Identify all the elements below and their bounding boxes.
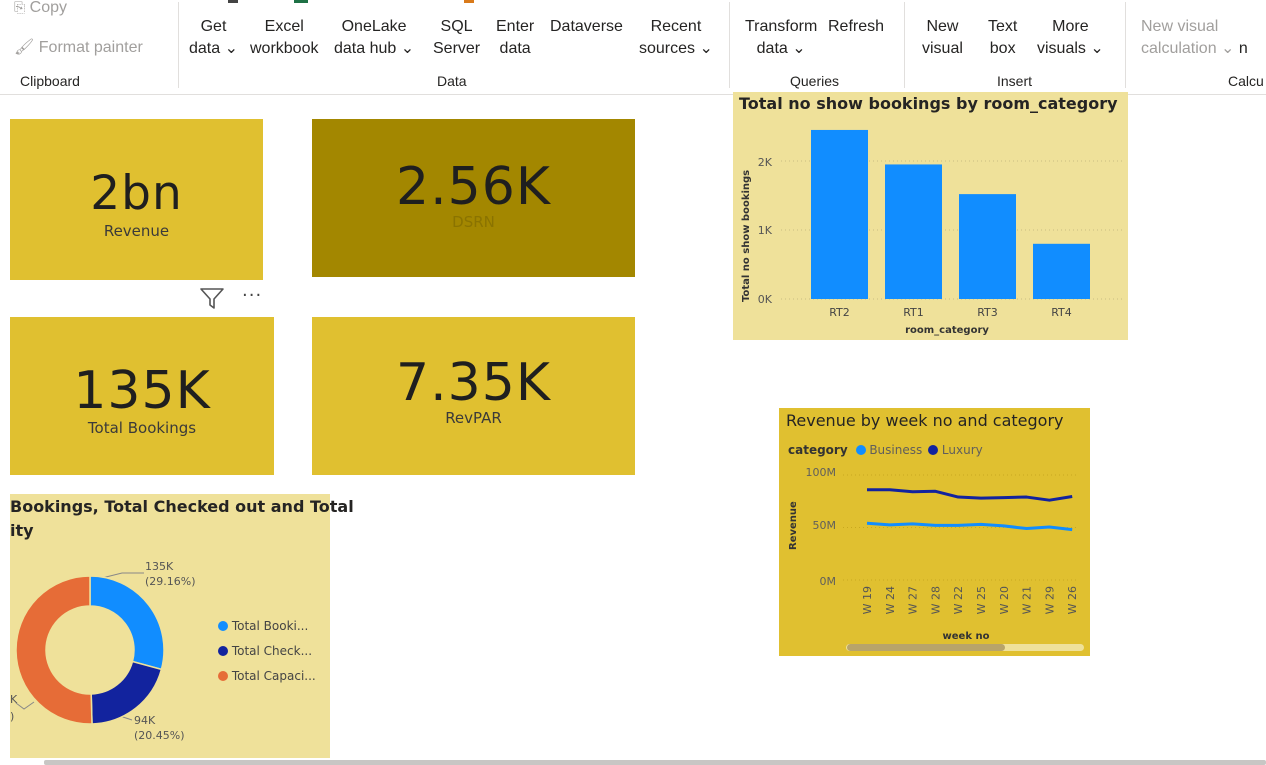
y-tick-label: 2K (758, 156, 773, 169)
ribbon-separator (729, 2, 730, 88)
x-tick-label: W 19 (861, 586, 874, 614)
calculations-group-label: Calcu (1228, 73, 1264, 89)
transform-data-button[interactable]: Transform data ⌄ (745, 16, 817, 60)
x-axis-title: week no (943, 631, 990, 642)
clipboard-group-label: Clipboard (20, 73, 80, 89)
legend-marker (218, 671, 228, 681)
card-label: DSRN (452, 213, 495, 231)
x-tick-label: RT4 (1051, 306, 1072, 319)
format-painter-button[interactable]: 🖌 Format painter (14, 37, 143, 59)
legend-item[interactable]: Total Check... (218, 639, 316, 664)
y-axis-title: Revenue (788, 501, 799, 550)
data-label: K (10, 693, 18, 706)
new-visual-button[interactable]: New visual (922, 16, 963, 60)
get-data-button[interactable]: Get data ⌄ (189, 16, 238, 60)
series-line-business (866, 521, 1073, 532)
ribbon: ⎘ Copy 🖌 Format painter Clipboard Get da… (0, 0, 1266, 95)
ribbon-separator (1125, 2, 1126, 88)
data-label: 94K (134, 714, 156, 727)
card-value: 2.56K (396, 157, 551, 217)
y-tick-label: 100M (806, 466, 837, 479)
x-tick-label: W 24 (884, 586, 897, 614)
no-show-bar-chart[interactable]: Total no show bookings by room_category … (733, 92, 1128, 340)
x-tick-label: RT3 (977, 306, 998, 319)
card-value: 2bn (90, 165, 183, 221)
excel-workbook-button[interactable]: Excel workbook (250, 16, 318, 60)
visual-header-toolbar: ··· (196, 283, 276, 311)
revpar-card[interactable]: 7.35K RevPAR (312, 317, 635, 475)
text-box-button[interactable]: Text box (988, 16, 1017, 60)
dataverse-button[interactable]: Dataverse (550, 16, 623, 38)
new-visual-calculation-button[interactable]: New visual calculation ⌄ n (1141, 16, 1248, 60)
revenue-line-chart[interactable]: Revenue by week no and category category… (779, 408, 1090, 656)
bookings-donut-chart[interactable]: Bookings, Total Checked out and Total it… (10, 494, 354, 758)
more-options-icon[interactable]: ··· (242, 285, 262, 306)
x-tick-label: RT2 (829, 306, 850, 319)
y-tick-label: 0K (758, 293, 773, 306)
line-chart-plot: Revenue 0M 50M 100M week no W 19 W 24 W 27… (788, 466, 1084, 651)
data-group-label: Data (437, 73, 467, 89)
card-label: RevPAR (445, 409, 502, 427)
series-line-luxury (867, 488, 1073, 502)
legend-marker (218, 621, 228, 631)
bar (1033, 243, 1090, 299)
data-label: 135K (145, 560, 174, 573)
onelake-data-hub-button[interactable]: OneLake data hub ⌄ (334, 16, 414, 60)
x-tick-label: W 26 (1066, 586, 1079, 614)
x-tick-label: RT1 (903, 306, 924, 319)
queries-group-label: Queries (790, 73, 840, 89)
scrollbar-thumb[interactable] (847, 644, 1005, 651)
donut-legend: Total Booki... Total Check... Total Capa… (218, 614, 316, 689)
refresh-button[interactable]: Refresh (828, 16, 884, 38)
leader-line (15, 701, 35, 710)
format-painter-icon: 🖌 (14, 39, 35, 56)
onelake-icon-fragment (464, 0, 474, 3)
x-tick-label: W 22 (952, 586, 965, 614)
bar-chart-plot: Total no show bookings room_category 0K … (741, 129, 1123, 336)
dsrn-card[interactable]: 2.56K DSRN (312, 119, 635, 277)
y-tick-label: 1K (758, 224, 773, 237)
x-axis-title: room_category (905, 325, 989, 336)
legend-item[interactable]: Total Capaci... (218, 664, 316, 689)
revenue-card[interactable]: 2bn Revenue (10, 119, 263, 280)
donut-slice (89, 575, 165, 671)
x-tick-label: W 20 (998, 586, 1011, 614)
excel-icon-fragment (294, 0, 308, 3)
bar (885, 164, 942, 299)
recent-sources-button[interactable]: Recent sources ⌄ (639, 16, 713, 60)
insert-group-label: Insert (997, 73, 1033, 89)
card-value: 7.35K (396, 353, 551, 413)
more-visuals-button[interactable]: More visuals ⌄ (1037, 16, 1104, 60)
copy-icon: ⎘ (14, 0, 26, 15)
x-tick-label: W 21 (1021, 586, 1034, 614)
ribbon-separator (178, 2, 179, 88)
donut-slice (15, 575, 93, 725)
card-label: Revenue (103, 221, 170, 240)
x-tick-label: W 25 (975, 586, 988, 614)
cut-icon-fragment (228, 0, 238, 3)
x-tick-label: W 29 (1043, 586, 1056, 614)
card-value: 135K (73, 361, 211, 421)
filter-icon[interactable] (198, 285, 228, 311)
x-tick-label: W 27 (907, 586, 920, 614)
copy-button[interactable]: ⎘ Copy (14, 0, 67, 19)
y-axis-title: Total no show bookings (741, 170, 752, 302)
x-tick-label: W 28 (929, 586, 942, 614)
ribbon-separator (904, 2, 905, 88)
legend-item[interactable]: Total Booki... (218, 614, 316, 639)
data-label: ) (10, 710, 14, 723)
data-label: (29.16%) (145, 575, 196, 588)
sql-server-button[interactable]: SQL Server (433, 16, 480, 60)
enter-data-button[interactable]: Enter data (496, 16, 534, 60)
page-scrollbar[interactable] (44, 760, 1266, 765)
card-label: Total Bookings (87, 419, 197, 437)
data-label: (20.45%) (134, 729, 185, 742)
total-bookings-card[interactable]: 135K Total Bookings (10, 317, 274, 475)
y-tick-label: 50M (813, 519, 837, 532)
legend-marker (218, 646, 228, 656)
bar (959, 194, 1016, 299)
y-tick-label: 0M (820, 575, 837, 588)
bar (811, 129, 868, 299)
